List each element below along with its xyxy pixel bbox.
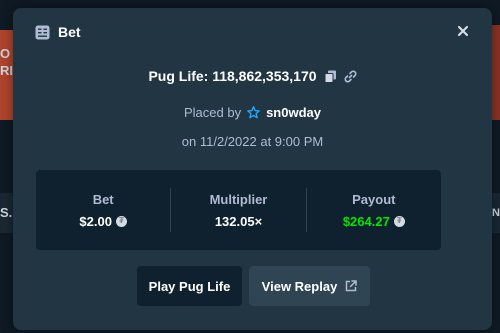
background-game-card bbox=[492, 25, 500, 120]
background-text: S. bbox=[0, 205, 13, 220]
game-title: Pug Life: 118,862,353,170 bbox=[148, 68, 317, 84]
placed-by-label: Placed by bbox=[183, 105, 242, 120]
bet-stats-panel: Bet $2.00 ₮ Multiplier 132.05× Payout $2… bbox=[36, 170, 441, 250]
modal-header: Bet bbox=[35, 24, 81, 40]
play-game-button[interactable]: Play Pug Life bbox=[137, 266, 242, 306]
close-icon[interactable] bbox=[456, 24, 470, 38]
link-icon[interactable] bbox=[344, 70, 357, 83]
game-id-line: Pug Life: 118,862,353,170 bbox=[13, 68, 492, 84]
coin-icon: ₮ bbox=[393, 215, 405, 227]
bet-date: on 11/2/2022 at 9:00 PM bbox=[181, 134, 324, 149]
bet-amount: $2.00 bbox=[79, 213, 112, 229]
stat-value: $264.27 ₮ bbox=[343, 214, 405, 229]
coin-icon: ₮ bbox=[115, 215, 127, 227]
bet-modal: Bet Pug Life: 118,862,353,170 Placed by bbox=[13, 8, 492, 330]
stat-value: $2.00 ₮ bbox=[79, 214, 127, 229]
view-replay-button-label: View Replay bbox=[261, 278, 338, 294]
background-text: N bbox=[492, 207, 500, 219]
background-text: O RI bbox=[0, 46, 13, 78]
view-replay-button[interactable]: View Replay bbox=[249, 266, 370, 306]
multiplier-value: 132.05× bbox=[214, 213, 263, 229]
stat-payout: Payout $264.27 ₮ bbox=[307, 170, 441, 250]
stat-label: Payout bbox=[352, 191, 396, 207]
vip-star-icon bbox=[247, 106, 260, 119]
copy-icon[interactable] bbox=[324, 70, 337, 83]
username[interactable]: sn0wday bbox=[266, 105, 321, 120]
placed-by-line: Placed by sn0wday bbox=[13, 105, 492, 120]
modal-title: Bet bbox=[58, 24, 81, 40]
stat-bet: Bet $2.00 ₮ bbox=[36, 170, 170, 250]
play-game-button-label: Play Pug Life bbox=[148, 278, 231, 294]
stat-multiplier: Multiplier 132.05× bbox=[171, 170, 305, 250]
stat-label: Bet bbox=[92, 191, 114, 207]
external-link-icon bbox=[345, 280, 358, 292]
payout-amount: $264.27 bbox=[342, 213, 390, 229]
bet-slip-icon bbox=[35, 25, 50, 40]
stat-label: Multiplier bbox=[209, 191, 268, 207]
stat-value: 132.05× bbox=[215, 214, 262, 229]
